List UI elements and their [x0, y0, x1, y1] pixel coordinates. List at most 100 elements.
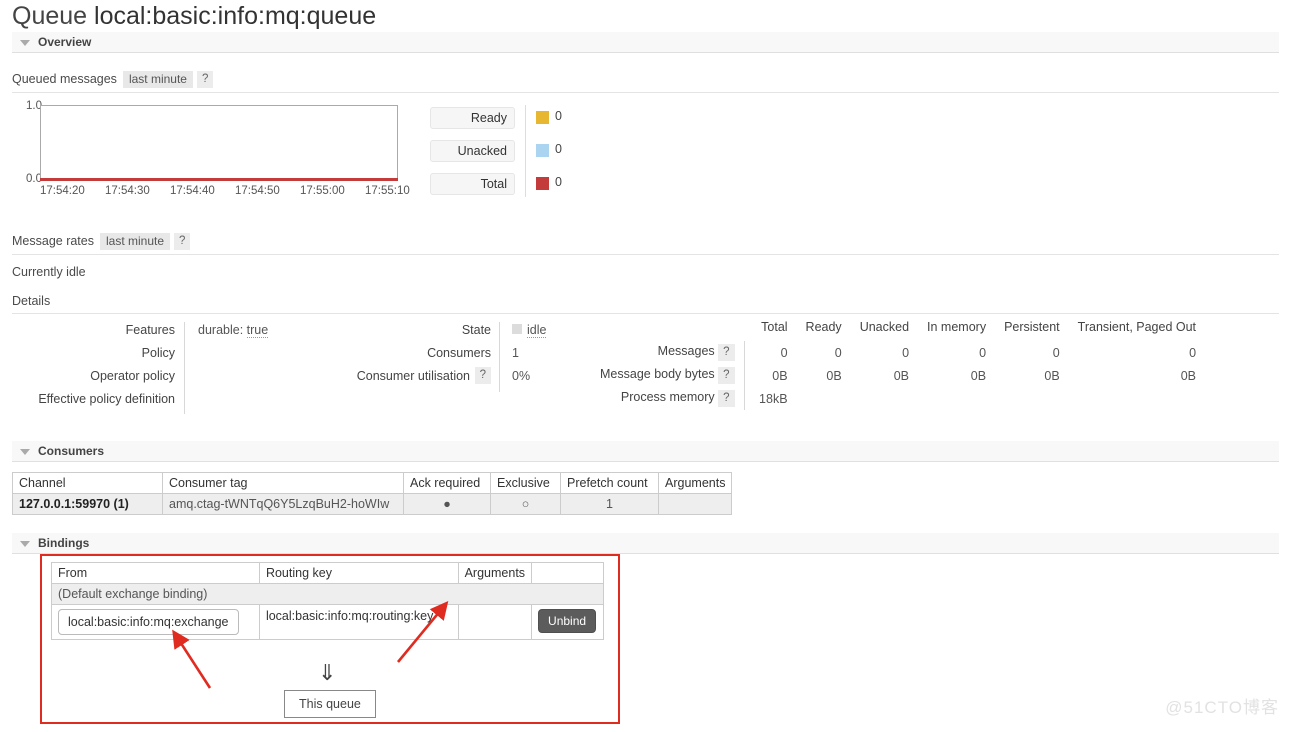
- consumer-exclusive: ○: [490, 493, 561, 515]
- chart-x-axis: 17:54:20 17:54:30 17:54:40 17:54:50 17:5…: [40, 185, 440, 201]
- chart-xtick-0: 17:54:20: [40, 185, 85, 197]
- stats-col-unacked: Unacked: [859, 320, 910, 334]
- bindings-col-from[interactable]: From: [51, 562, 260, 584]
- message-body-bytes-help-icon[interactable]: ?: [718, 367, 735, 384]
- bindings-col-arguments[interactable]: Arguments: [457, 562, 533, 584]
- consumers-col-consumer-tag[interactable]: Consumer tag: [162, 472, 404, 494]
- details-row-operator-policy: Operator policy: [0, 368, 185, 391]
- messages-help-icon[interactable]: ?: [718, 344, 735, 361]
- chart-ytick-bottom: 0.0: [26, 173, 42, 185]
- details-label: Details: [12, 294, 51, 308]
- details-label-effective-policy: Effective policy definition: [38, 392, 175, 406]
- details-label-consumer-utilisation: Consumer utilisation: [356, 369, 470, 383]
- chart-xtick-1: 17:54:30: [105, 185, 150, 197]
- queue-detail-page: Queue local:basic:info:mq:queue Overview…: [0, 0, 1291, 732]
- queued-messages-help-icon[interactable]: ?: [196, 71, 214, 88]
- legend-swatch-unacked: [536, 144, 549, 157]
- details-row-consumer-utilisation: Consumer utilisation ?: [330, 367, 500, 391]
- stats-row-process-memory: Process memory ? 18kB: [600, 387, 1196, 410]
- section-header-consumers[interactable]: Consumers: [12, 441, 1279, 462]
- consumer-ack-required: ●: [403, 493, 491, 515]
- chart-ytick-top: 1.0: [26, 100, 42, 112]
- legend-value-total: 0: [555, 175, 562, 189]
- details-value-state: idle: [512, 322, 547, 339]
- details-value-features: durable: true: [198, 322, 269, 339]
- section-header-overview-label: Overview: [38, 35, 92, 49]
- stats-messages-transient: 0: [1189, 345, 1197, 360]
- stats-row-messages: Messages ? 0 0 0 0 0 0: [600, 341, 1196, 364]
- down-arrow-icon: ⇓: [318, 660, 337, 685]
- message-rates-help-icon[interactable]: ?: [174, 233, 191, 250]
- unbind-button[interactable]: Unbind: [538, 609, 597, 633]
- legend-value-ready: 0: [555, 109, 562, 123]
- consumers-col-prefetch-count[interactable]: Prefetch count: [560, 472, 659, 494]
- queued-messages-label: Queued messages: [12, 72, 117, 86]
- stats-messages-in-memory: 0: [979, 345, 987, 360]
- table-row: local:basic:info:mq:exchange local:basic…: [51, 604, 604, 640]
- details-row-state: State: [330, 322, 500, 345]
- legend-swatch-ready: [536, 111, 549, 124]
- consumers-table: Channel Consumer tag Ack required Exclus…: [12, 472, 733, 515]
- consumers-header-row: Channel Consumer tag Ack required Exclus…: [12, 472, 733, 494]
- chart-series-total-line: [40, 178, 398, 181]
- consumer-utilisation-help-icon[interactable]: ?: [474, 367, 491, 384]
- consumers-col-exclusive[interactable]: Exclusive: [490, 472, 561, 494]
- stats-header-row: Total Ready Unacked In memory Persistent…: [600, 320, 1196, 341]
- message-rates-label: Message rates: [12, 234, 94, 248]
- message-rates-status: Currently idle: [12, 265, 86, 279]
- stats-row-label-message-body-bytes: Message body bytes ?: [600, 364, 744, 387]
- process-memory-help-icon[interactable]: ?: [718, 390, 735, 407]
- details-value-consumers: 1: [512, 346, 519, 360]
- stats-row-label-messages: Messages ?: [600, 341, 744, 364]
- legend-button-total[interactable]: Total: [430, 173, 515, 195]
- section-header-consumers-label: Consumers: [38, 444, 105, 458]
- details-label-state: State: [461, 323, 491, 337]
- stats-messages-ready: 0: [834, 345, 842, 360]
- queued-messages-period-chip[interactable]: last minute: [122, 71, 193, 88]
- stats-label-body-bytes-text: Message body bytes: [600, 367, 715, 381]
- details-row-consumers: Consumers: [330, 345, 500, 368]
- stats-messages-persistent: 0: [1052, 345, 1060, 360]
- consumer-prefetch-count: 1: [560, 493, 659, 515]
- section-header-overview[interactable]: Overview: [12, 32, 1279, 53]
- binding-exchange-link[interactable]: local:basic:info:mq:exchange: [58, 609, 239, 635]
- details-left-column: Features Policy Operator policy Effectiv…: [0, 322, 185, 414]
- state-indicator-icon: [512, 324, 522, 334]
- stats-label-messages-text: Messages: [657, 344, 715, 358]
- legend-button-unacked[interactable]: Unacked: [430, 140, 515, 162]
- stats-grid: Total Ready Unacked In memory Persistent…: [600, 320, 1196, 410]
- details-features-durable-text: durable:: [198, 323, 244, 337]
- stats-bytes-unacked: 0B: [893, 368, 910, 383]
- stats-bytes-ready: 0B: [826, 368, 842, 383]
- consumer-tag: amq.ctag-tWNTqQ6Y5LzqBuH2-hoWIw: [162, 493, 404, 515]
- details-label-operator-policy: Operator policy: [90, 369, 175, 383]
- consumers-col-channel[interactable]: Channel: [12, 472, 163, 494]
- queued-messages-header: Queued messages last minute ?: [12, 71, 1279, 93]
- chart-xtick-4: 17:55:00: [300, 185, 345, 197]
- stats-col-total: Total: [761, 320, 788, 334]
- page-title: Queue local:basic:info:mq:queue: [12, 2, 376, 31]
- section-header-bindings-label: Bindings: [38, 536, 90, 550]
- details-row-features: Features: [0, 322, 185, 345]
- message-rates-period-chip[interactable]: last minute: [99, 233, 171, 250]
- binding-routing-key-cell: local:basic:info:mq:routing:key: [258, 604, 459, 640]
- queue-stats-table: Total Ready Unacked In memory Persistent…: [600, 320, 1196, 410]
- chart-plot-area: [40, 105, 398, 180]
- details-features-durable-value: true: [246, 323, 269, 338]
- section-header-bindings[interactable]: Bindings: [12, 533, 1279, 554]
- details-row-policy: Policy: [0, 345, 185, 368]
- chart-xtick-2: 17:54:40: [170, 185, 215, 197]
- consumer-channel[interactable]: 127.0.0.1:59970 (1): [12, 493, 163, 515]
- bindings-col-routing-key[interactable]: Routing key: [258, 562, 459, 584]
- stats-col-in-memory: In memory: [927, 320, 987, 334]
- stats-messages-total: 0: [780, 345, 788, 360]
- legend-value-unacked: 0: [555, 142, 562, 156]
- details-label-consumers: Consumers: [427, 346, 491, 360]
- details-row-effective-policy: Effective policy definition: [0, 391, 185, 414]
- details-mid-column: State Consumers Consumer utilisation ?: [330, 322, 500, 392]
- consumers-col-arguments[interactable]: Arguments: [657, 472, 733, 494]
- legend-button-ready[interactable]: Ready: [430, 107, 515, 129]
- bindings-table: From Routing key Arguments (Default exch…: [51, 562, 604, 640]
- stats-process-memory-total: 18kB: [759, 391, 788, 406]
- consumers-col-ack-required[interactable]: Ack required: [403, 472, 491, 494]
